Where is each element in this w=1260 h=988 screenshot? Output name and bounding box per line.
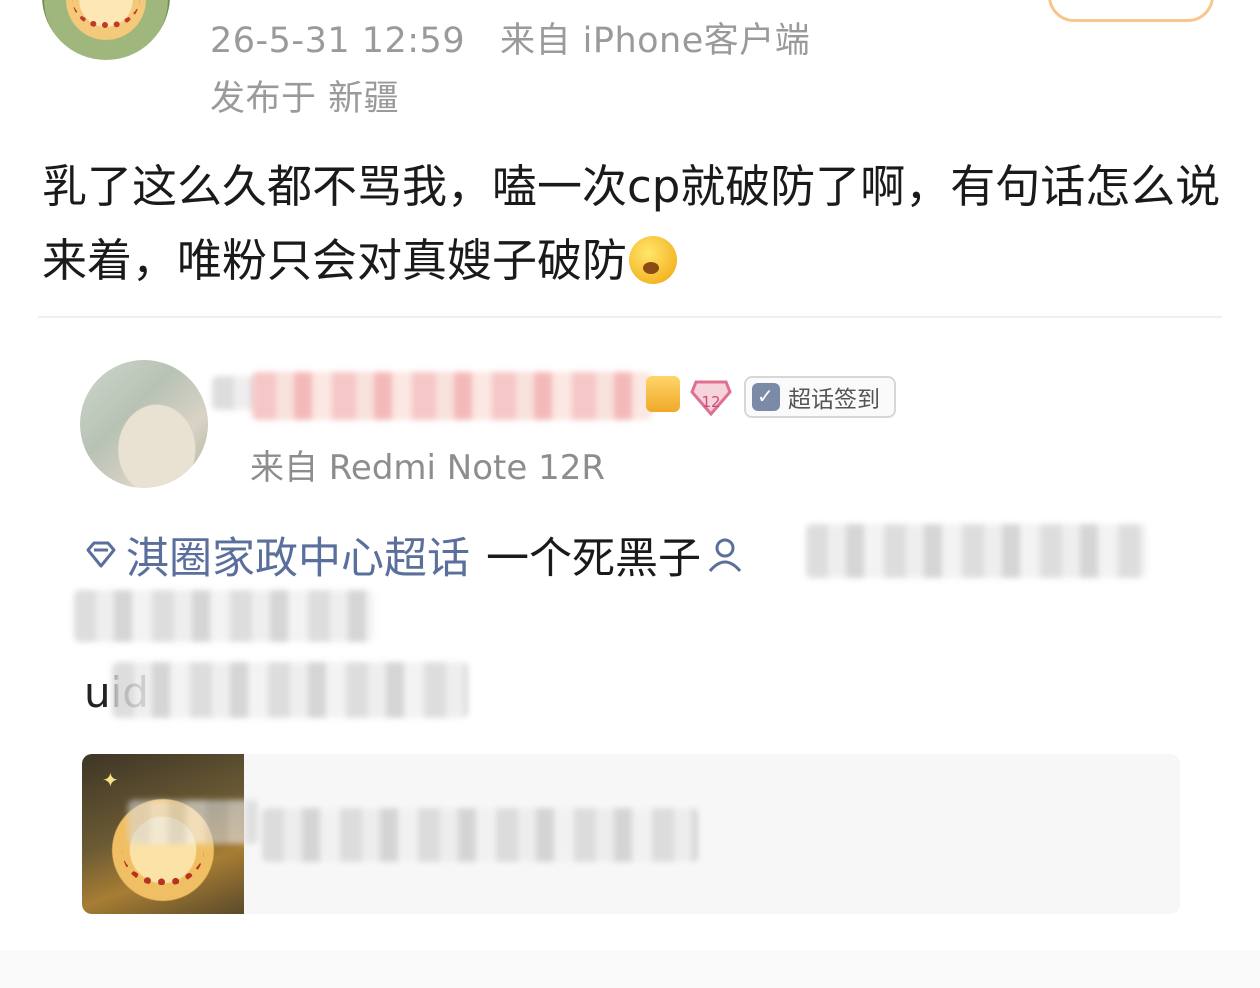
redacted-mention: [806, 524, 1146, 578]
level-number: 12: [701, 393, 720, 411]
follow-button[interactable]: [1048, 0, 1214, 22]
quoted-text-line: 淇圈家政中心超话 一个死黑子: [84, 524, 749, 586]
level-badge-icon: 12: [690, 380, 732, 416]
quoted-author-avatar[interactable]: [80, 360, 208, 488]
checkin-button[interactable]: 超话签到: [744, 376, 896, 418]
divider: [38, 316, 1222, 318]
post-body: 乳了这么久都不骂我，嗑一次cp就破防了啊，有句话怎么说来着，唯粉只会对真嫂子破防: [42, 150, 1222, 298]
checkin-label: 超话签到: [788, 387, 880, 413]
redacted-uid: [112, 662, 468, 718]
post-timestamp: 26-5-31 12:59: [210, 21, 466, 61]
post-location: 发布于 新疆: [210, 79, 400, 119]
yawn-emoji-icon: [629, 236, 678, 284]
redacted-card-text: [262, 808, 698, 862]
supertopic-link[interactable]: 淇圈家政中心超话: [126, 524, 470, 586]
star-icon: ✦: [102, 768, 119, 792]
quoted-text: 一个死黑子: [486, 534, 701, 584]
redacted-username: [252, 372, 652, 420]
diamond-icon: [86, 541, 116, 568]
redacted-username-start: [212, 376, 256, 410]
post-source: 来自 iPhone客户端: [499, 21, 811, 61]
redacted-line-2: [74, 590, 374, 642]
calendar-check-icon: [752, 383, 780, 411]
crown-badge-icon: [646, 376, 680, 412]
post-meta-line: 26-5-31 12:59 来自 iPhone客户端: [210, 12, 810, 63]
author-avatar[interactable]: [42, 0, 170, 60]
bottom-edge: [0, 950, 1260, 988]
person-icon: [708, 538, 742, 572]
redacted-card-overlay: [128, 800, 258, 844]
quoted-source: 来自 Redmi Note 12R: [250, 448, 605, 488]
